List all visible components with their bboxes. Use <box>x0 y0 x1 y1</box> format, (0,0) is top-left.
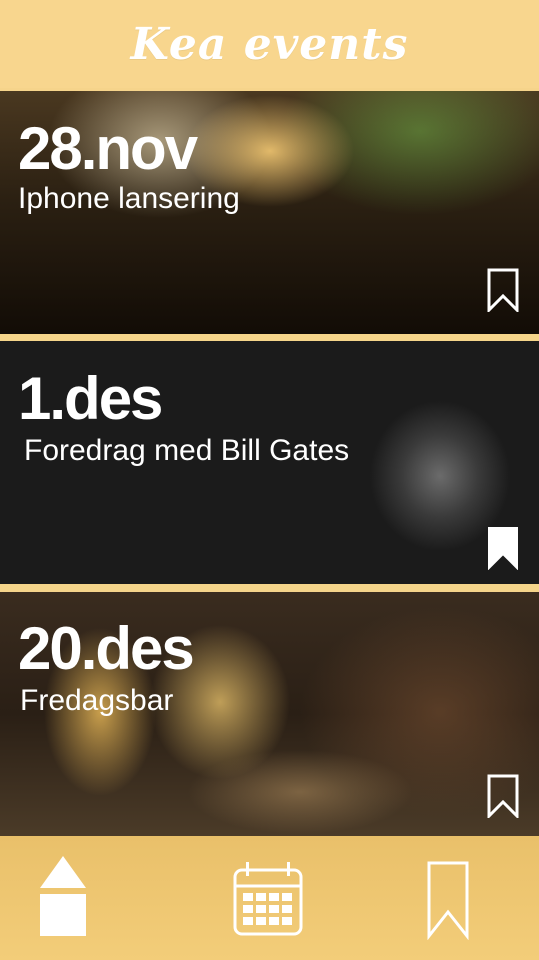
event-date: 20.des <box>18 615 195 682</box>
event-card[interactable]: 28.nov Iphone lansering <box>0 91 539 334</box>
event-card[interactable]: 20.des Fredagsbar <box>0 592 539 836</box>
bottom-nav <box>0 836 539 960</box>
divider <box>0 584 539 591</box>
event-name: Iphone lansering <box>18 182 240 215</box>
event-name: Foredrag med Bill Gates <box>24 434 350 467</box>
event-name: Fredagsbar <box>20 684 174 717</box>
divider <box>0 334 539 341</box>
bookmark-outline-icon[interactable] <box>487 268 519 312</box>
bookmark-icon[interactable] <box>426 860 470 940</box>
app-title: Kea events <box>130 18 409 70</box>
event-date: 1.des <box>18 365 163 432</box>
event-card[interactable]: 1.des Foredrag med Bill Gates <box>0 341 539 584</box>
bookmark-filled-icon[interactable] <box>487 526 519 570</box>
calendar-icon[interactable] <box>232 860 304 938</box>
home-icon[interactable] <box>38 854 88 938</box>
event-date: 28.nov <box>18 115 198 182</box>
bookmark-outline-icon[interactable] <box>487 774 519 818</box>
app-header: Kea events <box>0 0 539 88</box>
